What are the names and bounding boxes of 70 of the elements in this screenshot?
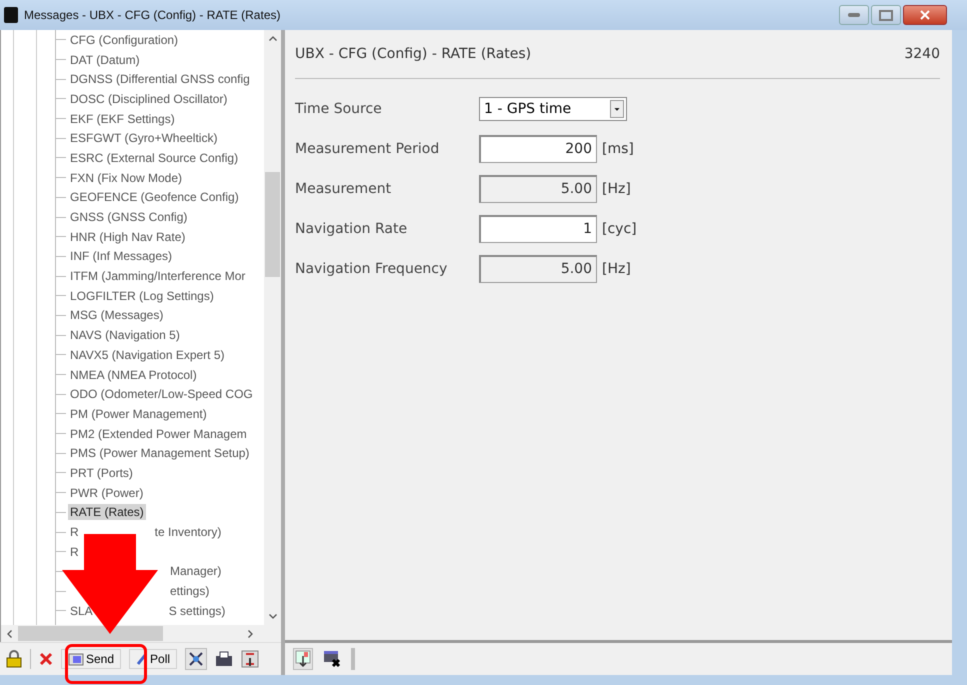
tree-item[interactable]: ESFGWT (Gyro+Wheeltick): [68, 130, 220, 146]
tree-item[interactable]: PMS (Power Management Setup): [68, 445, 252, 462]
send-button[interactable]: Send: [61, 649, 122, 669]
tree-item[interactable]: NMEA (NMEA Protocol): [68, 366, 199, 383]
tree-item[interactable]: DGNSS (Differential GNSS config: [68, 71, 252, 88]
padlock-icon[interactable]: [6, 650, 22, 668]
input-field[interactable]: 200: [479, 134, 597, 162]
tree-item[interactable]: DOSC (Disciplined Oscillator): [68, 90, 230, 107]
tree-item-text: ettings): [169, 583, 210, 600]
scroll-down-icon[interactable]: [268, 614, 276, 619]
tree-item[interactable]: DAT (Datum): [68, 52, 142, 68]
tree-item[interactable]: ITFM (Jamming/Interference Mor: [68, 268, 248, 284]
tools-icon[interactable]: [185, 648, 208, 670]
tree-item[interactable]: NAVS (Navigation 5): [68, 327, 182, 344]
time-source-dropdown[interactable]: 1 - GPS time: [479, 96, 627, 120]
tree-item-text: te Inventory): [154, 524, 222, 540]
tree-item[interactable]: MSG (Messages): [68, 307, 166, 324]
field-label: Navigation Frequency: [295, 260, 448, 276]
unit-label: [cyc]: [602, 220, 637, 236]
input-field[interactable]: 1: [479, 214, 597, 242]
tree-item[interactable]: FXN (Fix Now Mode): [68, 170, 184, 186]
tree-item[interactable]: PRT (Ports): [68, 464, 135, 481]
field-label: Measurement: [295, 180, 392, 196]
tree-item[interactable]: CFG (Configuration): [68, 32, 180, 48]
tree-item[interactable]: GEOFENCE (Geofence Config): [68, 189, 241, 206]
readonly-field[interactable]: 5.00: [479, 174, 597, 202]
field-label: Navigation Rate: [295, 220, 408, 236]
message-code: 3240: [904, 46, 940, 62]
tree-item-text: S settings): [168, 602, 226, 619]
tree-item[interactable]: ODO (Odometer/Low-Speed COG: [68, 386, 255, 402]
tree-item-text: Manager): [169, 563, 222, 580]
field-label: Measurement Period: [295, 140, 440, 156]
vertical-scrollbar[interactable]: [264, 30, 281, 625]
monitor-icon[interactable]: [323, 650, 341, 668]
printer-icon[interactable]: [215, 651, 234, 667]
app-icon: [4, 7, 18, 23]
window-title: Messages - UBX - CFG (Config) - RATE (Rates): [24, 8, 282, 22]
transfer-icon[interactable]: [241, 650, 260, 668]
tree-item[interactable]: SLA: [68, 602, 95, 619]
scroll-thumb[interactable]: [265, 172, 280, 277]
tree-item[interactable]: R: [68, 544, 81, 560]
field-label: Time Source: [295, 100, 383, 116]
document-icon[interactable]: [68, 652, 84, 666]
tree-item[interactable]: EKF (EKF Settings): [68, 110, 177, 127]
tree-item[interactable]: GNSS (GNSS Config): [68, 209, 190, 226]
scroll-up-icon[interactable]: [268, 36, 276, 41]
tree-item[interactable]: INF (Inf Messages): [68, 248, 174, 264]
tree-item[interactable]: HNR (High Nav Rate): [68, 228, 188, 245]
scroll-thumb[interactable]: [18, 626, 163, 641]
tree-item[interactable]: ESRC (External Source Config): [68, 150, 240, 166]
close-icon[interactable]: [39, 652, 53, 666]
maximize-button[interactable]: [871, 5, 901, 25]
download-icon[interactable]: [293, 648, 313, 670]
readonly-field[interactable]: 5.00: [479, 254, 597, 282]
tree-item[interactable]: NAVX5 (Navigation Expert 5): [68, 346, 227, 363]
close-button[interactable]: [903, 5, 947, 25]
tree-item[interactable]: R: [68, 524, 81, 540]
tree-item[interactable]: PWR (Power): [68, 484, 146, 501]
scroll-left-icon[interactable]: [7, 630, 12, 638]
unit-label: [ms]: [602, 140, 634, 156]
tree-item[interactable]: LOGFILTER (Log Settings): [68, 288, 216, 304]
unit-label: [Hz]: [602, 260, 631, 276]
tree-item[interactable]: RATE (Rates): [68, 504, 146, 520]
unit-label: [Hz]: [602, 180, 631, 196]
minimize-button[interactable]: [839, 5, 869, 25]
tree-item[interactable]: PM2 (Extended Power Managem: [68, 426, 249, 442]
panel-title: UBX - CFG (Config) - RATE (Rates): [295, 46, 532, 62]
tree-item[interactable]: PM (Power Management): [68, 406, 209, 422]
scroll-right-icon[interactable]: [248, 630, 253, 638]
poll-button[interactable]: Poll: [129, 649, 178, 669]
